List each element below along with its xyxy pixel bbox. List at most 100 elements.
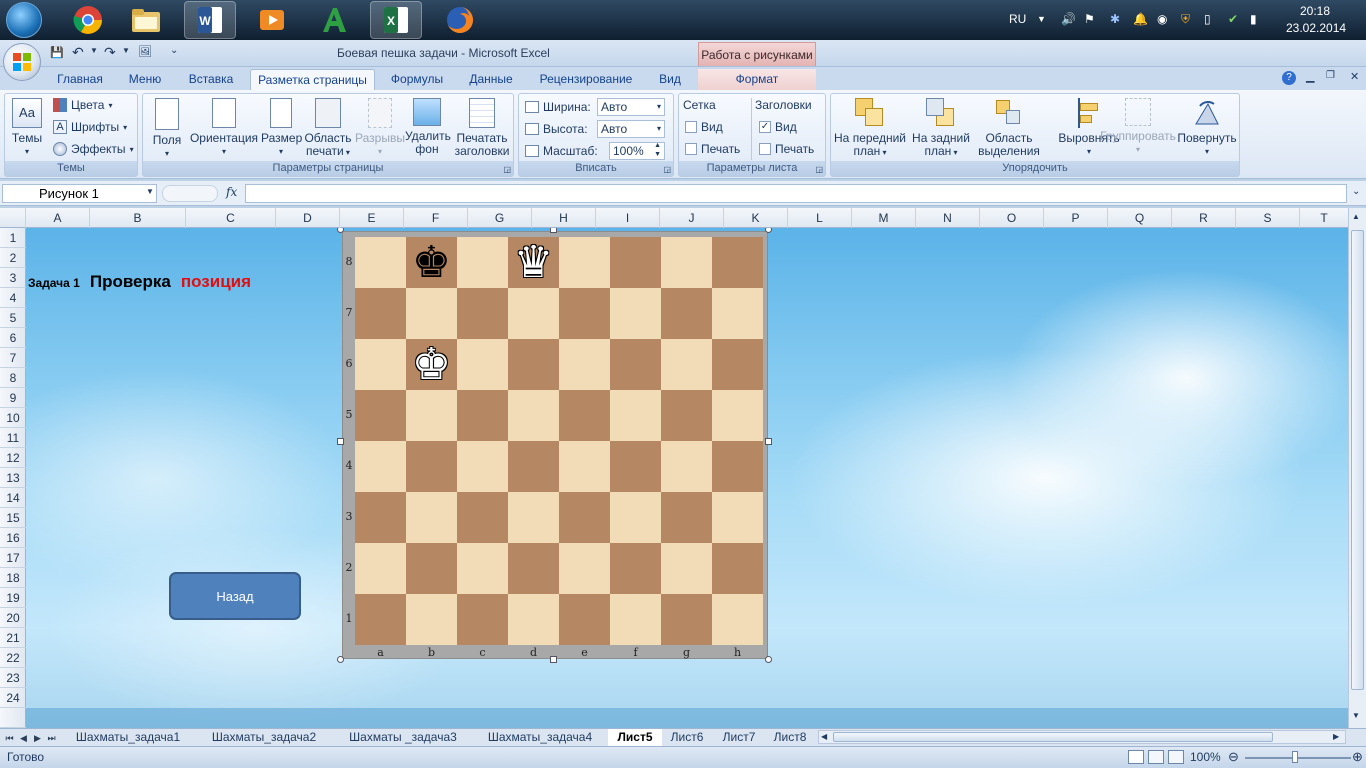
device-icon[interactable]: ▯: [1204, 12, 1211, 26]
bluetooth-icon[interactable]: ✱: [1110, 12, 1120, 26]
taskbar-excel[interactable]: X: [370, 1, 422, 39]
insert-function-icon[interactable]: fx: [226, 185, 237, 199]
resize-handle-top[interactable]: [550, 228, 557, 233]
bring-forward-button[interactable]: На передний план ▾: [833, 98, 907, 159]
tab-data[interactable]: Данные: [462, 69, 520, 90]
margins-button[interactable]: Поля ▾: [149, 98, 185, 160]
column-header[interactable]: I: [596, 208, 660, 228]
network-icon[interactable]: ✔: [1228, 12, 1238, 26]
row-header[interactable]: 1: [0, 228, 26, 248]
column-header[interactable]: F: [404, 208, 468, 228]
select-all-corner[interactable]: [0, 208, 26, 228]
headings-print-checkbox[interactable]: Печать: [759, 142, 814, 156]
save-icon[interactable]: 💾: [50, 46, 64, 59]
row-header[interactable]: 15: [0, 508, 26, 528]
name-box[interactable]: Рисунок 1: [2, 184, 157, 203]
resize-handle-bottom-left[interactable]: [337, 656, 344, 663]
taskbar-explorer[interactable]: [120, 1, 172, 39]
tray-chevron-icon[interactable]: ▼: [1037, 14, 1046, 24]
column-header[interactable]: K: [724, 208, 788, 228]
back-button[interactable]: Назад: [169, 572, 301, 620]
ribbon-minimize-icon[interactable]: ▁: [1306, 70, 1314, 83]
sheet-tab[interactable]: Шахматы_задача1: [62, 729, 194, 746]
sheet-tab[interactable]: Шахматы _задача3: [334, 729, 472, 746]
row-header[interactable]: 19: [0, 588, 26, 608]
tab-page-layout[interactable]: Разметка страницы: [250, 69, 375, 90]
tab-formulas[interactable]: Формулы: [384, 69, 450, 90]
scroll-right-icon[interactable]: ▶: [1333, 731, 1339, 743]
prev-sheet-icon[interactable]: ◀: [18, 731, 29, 745]
scale-spinner[interactable]: 100% ▲ ▼: [609, 142, 665, 160]
effects-button[interactable]: Эффекты ▾: [53, 142, 134, 156]
send-backward-button[interactable]: На задний план ▾: [907, 98, 975, 159]
row-header[interactable]: 13: [0, 468, 26, 488]
last-sheet-icon[interactable]: ⏭: [46, 731, 57, 745]
row-header[interactable]: 7: [0, 348, 26, 368]
worksheet-area[interactable]: Задача 1 Проверка позиция Назад ♚ ♛ ♚ 8 7 6 5…: [26, 228, 1348, 728]
expand-formula-icon[interactable]: ⌄: [1352, 186, 1360, 197]
normal-view-icon[interactable]: [1128, 750, 1144, 764]
taskbar-media-player[interactable]: [246, 1, 298, 39]
formula-input[interactable]: [245, 184, 1347, 203]
customize-toolbar-icon[interactable]: ⌄: [170, 45, 178, 56]
taskbar-firefox[interactable]: [434, 1, 486, 39]
zoom-in-icon[interactable]: ⊕: [1352, 749, 1363, 765]
taskbar-font-app[interactable]: [308, 1, 360, 39]
delete-background-button[interactable]: Удалить фон: [405, 98, 451, 156]
column-header[interactable]: G: [468, 208, 532, 228]
row-header[interactable]: 3: [0, 268, 26, 288]
row-header[interactable]: 2: [0, 248, 26, 268]
column-header[interactable]: O: [980, 208, 1044, 228]
zoom-slider-thumb[interactable]: [1292, 751, 1298, 763]
column-header[interactable]: M: [852, 208, 916, 228]
row-header[interactable]: 17: [0, 548, 26, 568]
print-titles-button[interactable]: Печатать заголовки: [451, 98, 513, 158]
first-sheet-icon[interactable]: ⏮: [4, 731, 15, 745]
row-header[interactable]: 12: [0, 448, 26, 468]
undo-icon[interactable]: ↶: [72, 44, 84, 61]
tab-home[interactable]: Главная: [48, 69, 112, 90]
redo-dropdown-icon[interactable]: ▼: [122, 46, 130, 55]
resize-handle-bottom[interactable]: [550, 656, 557, 663]
sheet-tab[interactable]: Шахматы_задача2: [196, 729, 332, 746]
print-area-button[interactable]: Область печати ▾: [303, 98, 353, 159]
column-header[interactable]: B: [90, 208, 186, 228]
picture-icon[interactable]: 🖼: [138, 45, 152, 58]
column-header[interactable]: N: [916, 208, 980, 228]
vertical-scroll-thumb[interactable]: [1351, 230, 1364, 690]
zoom-out-icon[interactable]: ⊖: [1228, 749, 1239, 765]
sheet-tab[interactable]: Лист8: [768, 729, 812, 746]
height-select[interactable]: Авто ▾: [597, 120, 665, 138]
scroll-up-icon[interactable]: ▲: [1352, 212, 1360, 221]
chrome-tray-icon[interactable]: ◉: [1157, 12, 1167, 26]
row-header[interactable]: 22: [0, 648, 26, 668]
sheet-tab-active[interactable]: Лист5: [608, 729, 662, 746]
column-header[interactable]: A: [26, 208, 90, 228]
resize-handle-top-right[interactable]: [765, 228, 772, 233]
gridlines-print-checkbox[interactable]: Печать: [685, 142, 740, 156]
shield-icon[interactable]: ⛨: [1181, 12, 1190, 27]
page-break-view-icon[interactable]: [1168, 750, 1184, 764]
row-header[interactable]: 16: [0, 528, 26, 548]
language-indicator[interactable]: RU: [1009, 12, 1026, 26]
redo-icon[interactable]: ↷: [104, 44, 116, 61]
ribbon-restore-icon[interactable]: ❐: [1326, 70, 1335, 81]
column-header[interactable]: R: [1172, 208, 1236, 228]
row-header[interactable]: 18: [0, 568, 26, 588]
column-header[interactable]: J: [660, 208, 724, 228]
size-button[interactable]: Размер ▾: [261, 98, 302, 158]
themes-button[interactable]: Aa Темы ▾: [9, 98, 45, 158]
row-header[interactable]: 21: [0, 628, 26, 648]
sheet-options-launcher-icon[interactable]: ◲: [815, 165, 823, 174]
tab-view[interactable]: Вид: [650, 69, 690, 90]
chessboard-picture[interactable]: ♚ ♛ ♚ 87654321abcdefgh: [342, 231, 768, 659]
resize-handle-right[interactable]: [765, 438, 772, 445]
row-header[interactable]: 8: [0, 368, 26, 388]
fonts-button[interactable]: A Шрифты ▾: [53, 120, 127, 134]
row-header[interactable]: 6: [0, 328, 26, 348]
row-header[interactable]: 24: [0, 688, 26, 708]
resize-handle-bottom-right[interactable]: [765, 656, 772, 663]
sheet-tab[interactable]: Лист7: [712, 729, 766, 746]
signal-icon[interactable]: ▮: [1250, 12, 1257, 26]
tab-review[interactable]: Рецензирование: [532, 69, 640, 90]
